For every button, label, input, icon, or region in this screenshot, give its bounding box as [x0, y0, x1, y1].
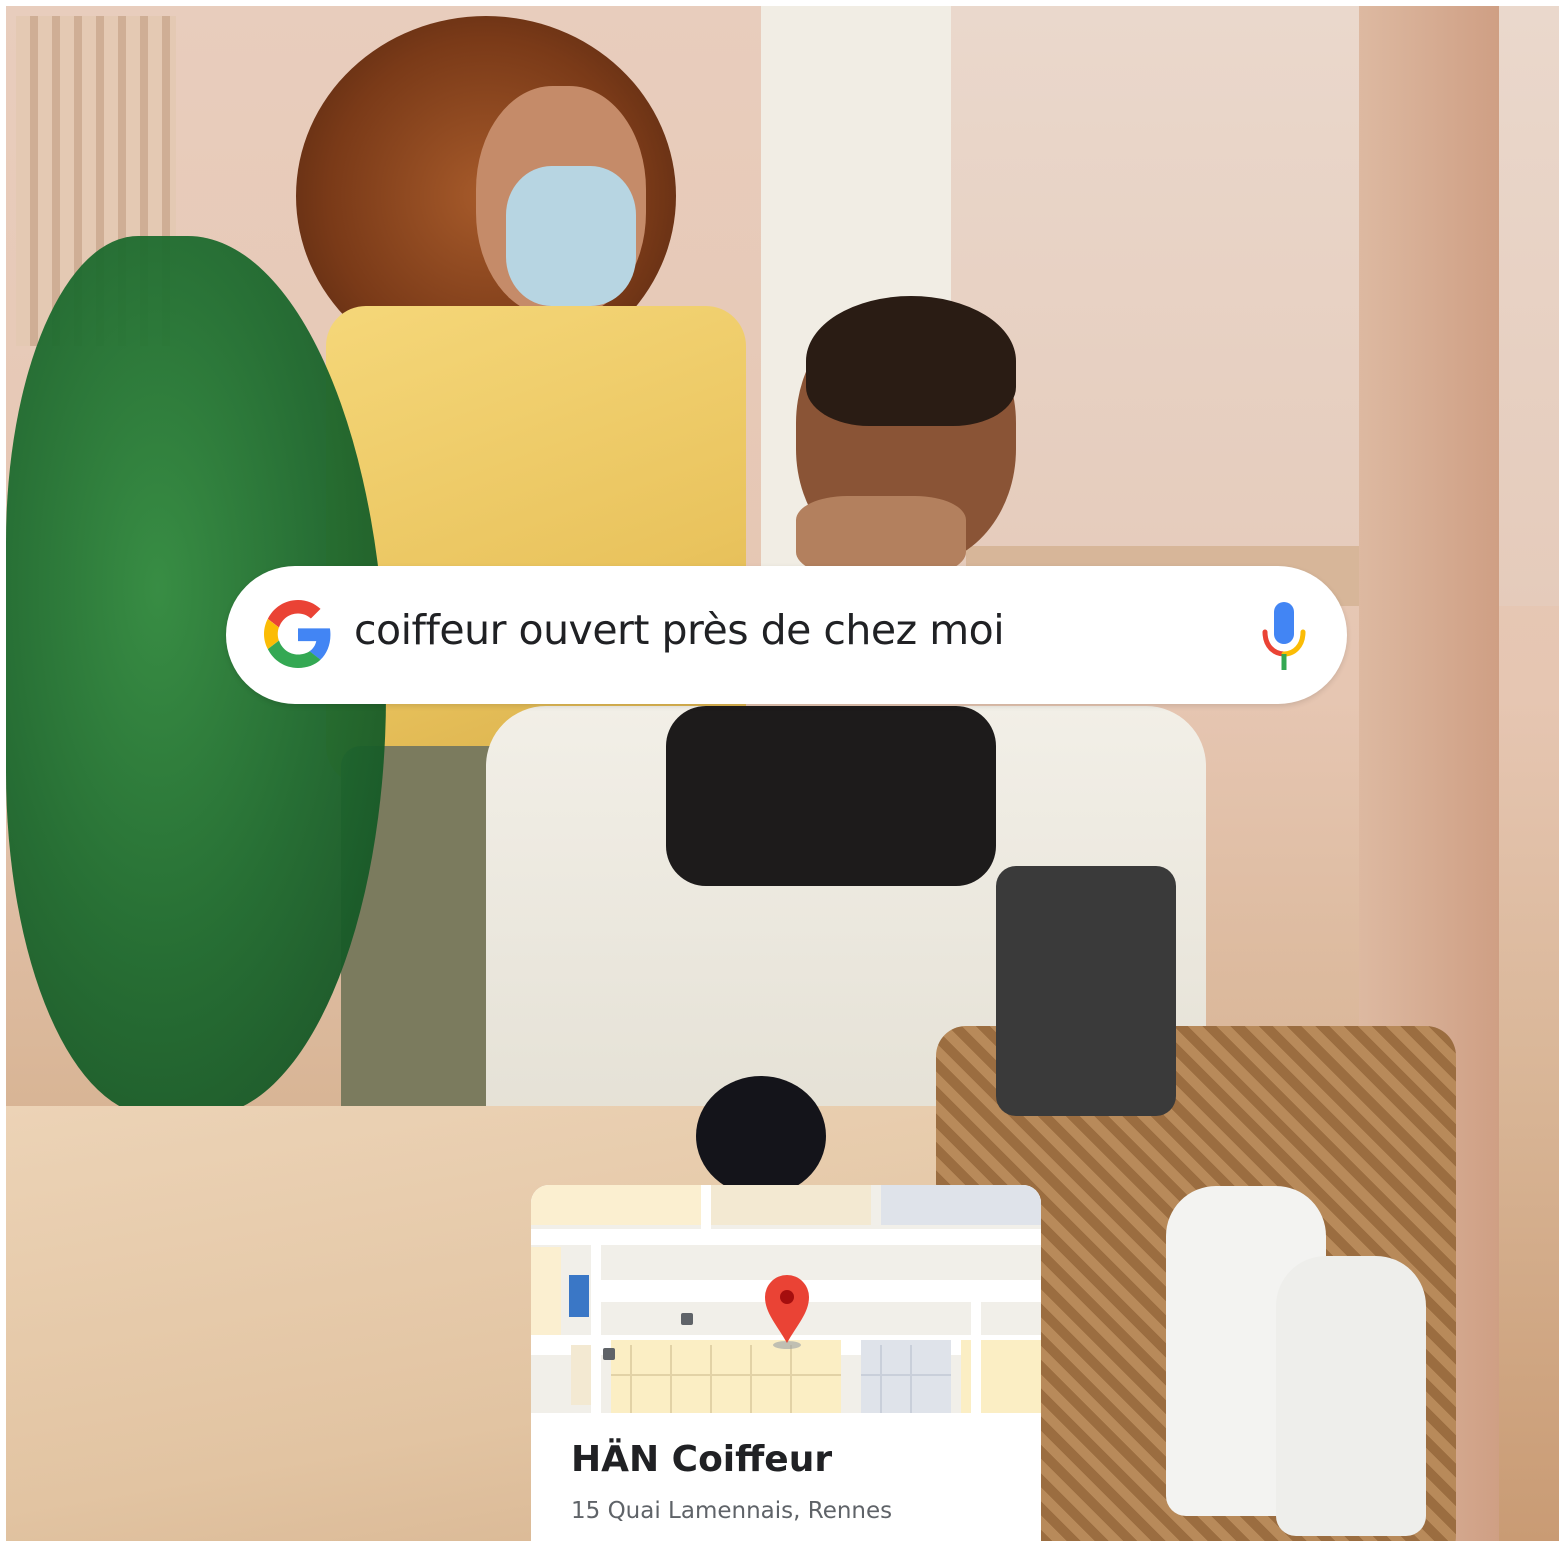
search-bar[interactable]: coiffeur ouvert près de chez moi	[226, 566, 1347, 704]
client-hair	[806, 296, 1016, 426]
client-shirt	[666, 706, 996, 886]
makeup-brush	[696, 1076, 826, 1196]
place-name[interactable]: HÄN Coiffeur	[571, 1439, 832, 1480]
google-g-icon	[264, 600, 331, 668]
microphone-icon[interactable]	[1259, 600, 1309, 672]
client-mask	[796, 496, 966, 576]
spray-bottle	[996, 866, 1176, 1116]
search-input[interactable]: coiffeur ouvert près de chez moi	[354, 606, 1005, 654]
stylist-mask	[506, 166, 636, 306]
map-thumbnail[interactable]	[531, 1185, 1041, 1413]
place-card[interactable]: HÄN Coiffeur 15 Quai Lamennais, Rennes	[531, 1185, 1041, 1541]
place-address: 15 Quai Lamennais, Rennes	[571, 1498, 893, 1524]
bottle	[1276, 1256, 1426, 1536]
